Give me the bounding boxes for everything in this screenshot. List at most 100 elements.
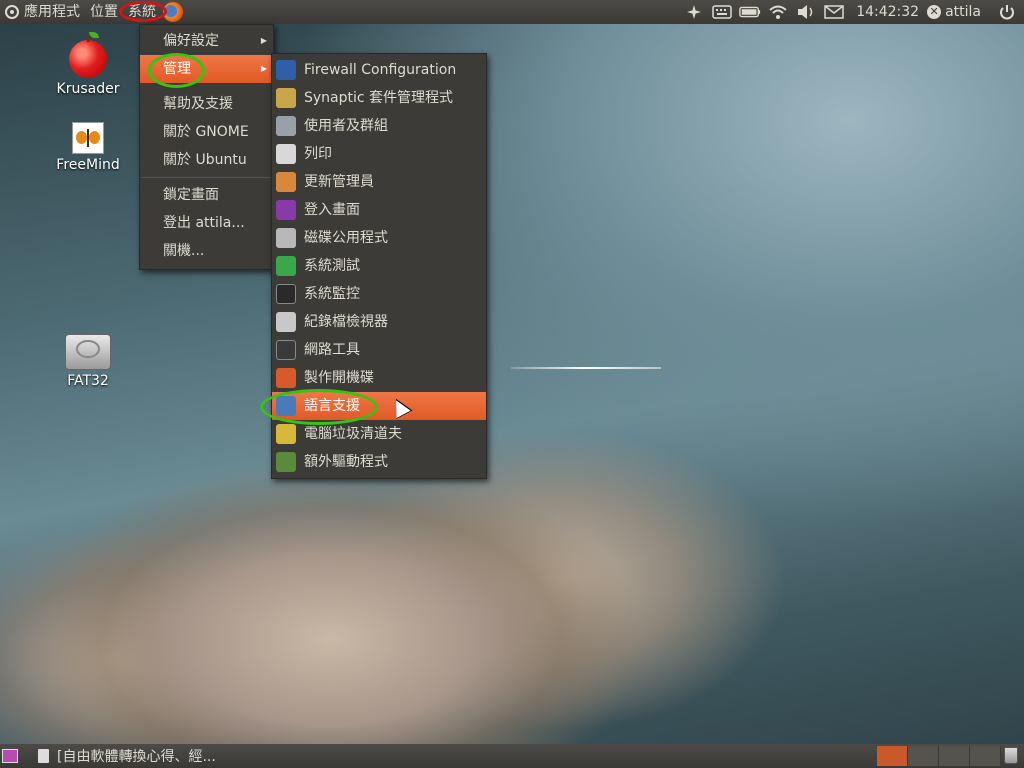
menu-separator — [141, 177, 272, 178]
menu-item-synaptic[interactable]: Synaptic 套件管理程式 — [272, 84, 486, 112]
system-menu[interactable]: 系統 — [119, 0, 167, 24]
menu-item-language-support[interactable]: 語言支援 — [272, 392, 486, 420]
menu-item-log-viewer[interactable]: 紀錄檔檢視器 — [272, 308, 486, 336]
menu-item-label: 製作開機碟 — [304, 370, 374, 386]
menu-item-label: 網路工具 — [304, 342, 360, 358]
system-dropdown-menu: 偏好設定 ▶ 管理 ▶ 幫助及支援 關於 GNOME 關於 Ubuntu 鎖定畫… — [139, 24, 274, 270]
menu-item-system-monitor[interactable]: 系統監控 — [272, 280, 486, 308]
indicator-area: 14:42:32 ✕ attila — [680, 0, 1024, 24]
menu-item-label: 偏好設定 — [163, 33, 219, 49]
hard-drive-icon — [65, 334, 111, 370]
menu-item-about-gnome[interactable]: 關於 GNOME — [140, 118, 273, 146]
desktop-icon-label: Krusader — [56, 81, 120, 97]
menu-item-label: 紀錄檔檢視器 — [304, 314, 388, 330]
menu-item-label: 幫助及支援 — [163, 96, 233, 112]
wallpaper-contrail — [511, 367, 661, 369]
battery-icon[interactable] — [739, 0, 761, 24]
menu-item-users-groups[interactable]: 使用者及群組 — [272, 112, 486, 140]
menu-item-administration[interactable]: 管理 ▶ — [140, 55, 273, 83]
printer-icon — [276, 144, 296, 164]
desktop-icon-krusader[interactable]: Krusader — [43, 32, 133, 97]
administration-submenu: Firewall Configuration Synaptic 套件管理程式 使… — [260, 53, 487, 479]
menu-item-additional-drivers[interactable]: 額外驅動程式 — [272, 448, 486, 476]
menu-item-label: 列印 — [304, 146, 332, 162]
menu-item-lock-screen[interactable]: 鎖定畫面 — [140, 181, 273, 209]
keyboard-icon[interactable] — [711, 0, 733, 24]
menu-item-label: Firewall Configuration — [304, 62, 457, 78]
menu-item-logout[interactable]: 登出 attila... — [140, 209, 273, 237]
menu-item-login-screen[interactable]: 登入畫面 — [272, 196, 486, 224]
username[interactable]: attila — [945, 4, 993, 20]
menu-item-system-testing[interactable]: 系統測試 — [272, 252, 486, 280]
broom-icon — [276, 424, 296, 444]
menu-item-label: 額外驅動程式 — [304, 454, 388, 470]
menu-item-printing[interactable]: 列印 — [272, 140, 486, 168]
menu-item-label: Synaptic 套件管理程式 — [304, 90, 454, 106]
apple-icon — [69, 32, 107, 78]
menu-item-computer-janitor[interactable]: 電腦垃圾清道夫 — [272, 420, 486, 448]
menu-item-label: 更新管理員 — [304, 174, 374, 190]
trash-icon[interactable] — [1004, 747, 1018, 764]
clock[interactable]: 14:42:32 — [848, 4, 927, 20]
network-manager-icon[interactable] — [683, 0, 705, 24]
language-support-icon — [276, 396, 296, 416]
menu-item-label: 系統測試 — [304, 258, 360, 274]
show-desktop-icon[interactable] — [2, 749, 18, 763]
wifi-icon[interactable] — [767, 0, 789, 24]
workspace-switcher[interactable] — [877, 746, 1001, 766]
firefox-icon[interactable] — [163, 2, 183, 22]
menu-item-preferences[interactable]: 偏好設定 ▶ — [140, 27, 273, 55]
network-tools-icon — [276, 340, 296, 360]
workspace-2[interactable] — [908, 746, 939, 766]
menu-item-shutdown[interactable]: 關機... — [140, 237, 273, 265]
mail-icon[interactable] — [823, 0, 845, 24]
menu-item-label: 關於 Ubuntu — [163, 152, 247, 168]
menu-item-label: 登入畫面 — [304, 202, 360, 218]
desktop-icon-freemind[interactable]: FreeMind — [43, 122, 133, 173]
update-manager-icon — [276, 172, 296, 192]
system-test-icon — [276, 256, 296, 276]
additional-drivers-icon — [276, 452, 296, 472]
power-icon[interactable] — [996, 0, 1018, 24]
ubuntu-logo-icon[interactable] — [5, 5, 19, 19]
log-viewer-icon — [276, 312, 296, 332]
menu-item-startup-disk[interactable]: 製作開機碟 — [272, 364, 486, 392]
desktop-icon-fat32[interactable]: FAT32 — [43, 334, 133, 389]
menu-item-label: 關於 GNOME — [163, 124, 249, 140]
workspace-1[interactable] — [877, 746, 908, 766]
menu-item-label: 電腦垃圾清道夫 — [304, 426, 402, 442]
firewall-shield-icon — [276, 60, 296, 80]
menu-item-label: 登出 attila... — [163, 215, 245, 231]
system-menu-label: 系統 — [128, 4, 156, 20]
synaptic-package-icon — [276, 88, 296, 108]
taskbar-window-button[interactable]: [自由軟體轉換心得、經... — [38, 746, 216, 766]
document-icon — [38, 749, 49, 763]
menu-item-label: 語言支援 — [304, 398, 360, 414]
desktop-icon-label: FAT32 — [67, 373, 109, 389]
task-title: [自由軟體轉換心得、經... — [57, 749, 216, 765]
user-status-icon: ✕ — [927, 5, 942, 19]
submenu-arrow-icon: ▶ — [260, 36, 267, 45]
places-menu[interactable]: 位置 — [85, 0, 123, 24]
menu-item-about-ubuntu[interactable]: 關於 Ubuntu — [140, 146, 273, 174]
applications-menu[interactable]: 應用程式 — [19, 0, 85, 24]
menu-item-disk-utility[interactable]: 磁碟公用程式 — [272, 224, 486, 252]
menu-item-firewall[interactable]: Firewall Configuration — [272, 56, 486, 84]
menu-item-update-manager[interactable]: 更新管理員 — [272, 168, 486, 196]
users-groups-icon — [276, 116, 296, 136]
disk-utility-icon — [276, 228, 296, 248]
menu-item-label: 關機... — [163, 243, 205, 259]
menu-item-help[interactable]: 幫助及支援 — [140, 90, 273, 118]
butterfly-icon — [72, 122, 104, 154]
workspace-4[interactable] — [970, 746, 1001, 766]
startup-disk-icon — [276, 368, 296, 388]
menu-item-label: 鎖定畫面 — [163, 187, 219, 203]
menu-item-label: 磁碟公用程式 — [304, 230, 388, 246]
system-monitor-icon — [276, 284, 296, 304]
menu-item-label: 使用者及群組 — [304, 118, 388, 134]
menu-item-label: 管理 — [163, 61, 191, 77]
menu-item-network-tools[interactable]: 網路工具 — [272, 336, 486, 364]
workspace-3[interactable] — [939, 746, 970, 766]
bottom-panel: [自由軟體轉換心得、經... — [0, 744, 1024, 768]
volume-icon[interactable] — [795, 0, 817, 24]
